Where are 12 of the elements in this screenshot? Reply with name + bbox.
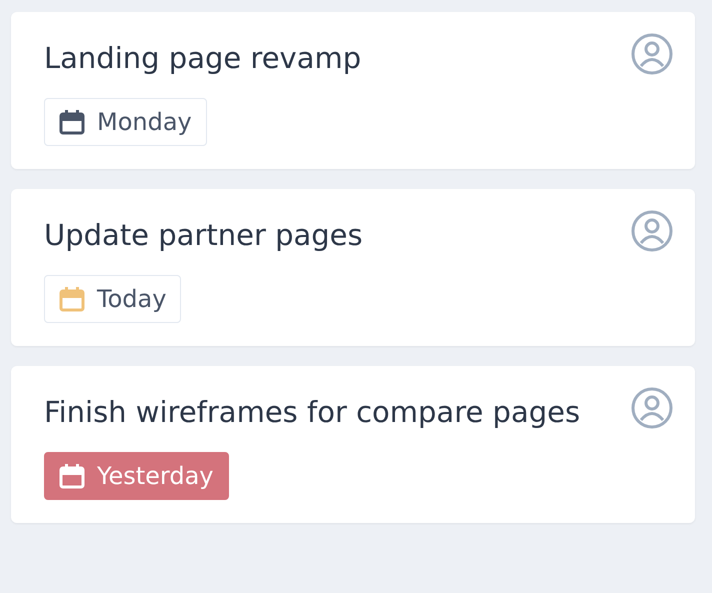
- task-title: Landing page revamp: [44, 40, 362, 77]
- task-title: Update partner pages: [44, 217, 363, 254]
- due-date-label: Today: [97, 285, 166, 313]
- task-card[interactable]: Update partner pages Today: [11, 189, 695, 346]
- due-date-label: Monday: [97, 108, 192, 136]
- user-avatar-icon[interactable]: [631, 33, 673, 75]
- task-title: Finish wireframes for compare pages: [44, 394, 580, 431]
- due-date-label: Yesterday: [97, 462, 214, 490]
- user-avatar-icon[interactable]: [631, 210, 673, 252]
- task-card[interactable]: Landing page revamp Monday: [11, 12, 695, 169]
- user-avatar-icon[interactable]: [631, 387, 673, 429]
- task-card[interactable]: Finish wireframes for compare pages Yesterday: [11, 366, 695, 523]
